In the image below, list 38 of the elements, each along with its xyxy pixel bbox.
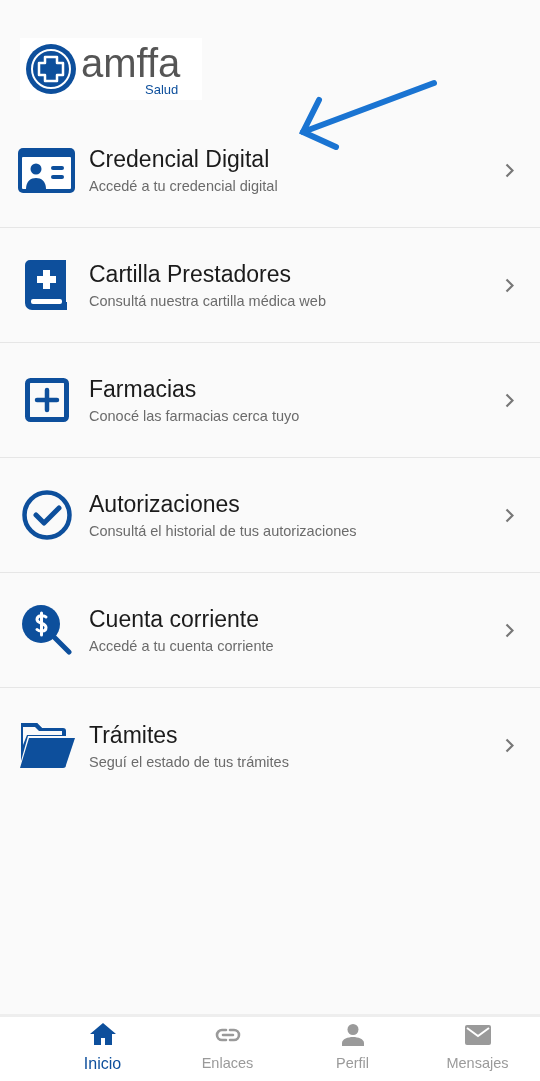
menu-item[interactable]: Farmacias Conocé las farmacias cerca tuyo: [0, 343, 540, 458]
item-title: Farmacias: [89, 375, 198, 403]
chevron-right-icon: [505, 162, 514, 178]
item-title: Cuenta corriente: [89, 605, 261, 633]
menu-item[interactable]: Cuenta corriente Accedé a tu cuenta corriente: [0, 573, 540, 688]
id-card-icon: [18, 147, 75, 193]
menu-item[interactable]: Trámites Seguí el estado de tus trámites: [0, 688, 540, 803]
item-subtitle: Accedé a tu credencial digital: [89, 177, 279, 195]
chevron-right-icon: [505, 392, 514, 408]
home-icon: [89, 1023, 116, 1045]
chevron-right-icon: [505, 622, 514, 638]
item-title: Cartilla Prestadores: [89, 260, 292, 288]
item-subtitle: Consultá el historial de tus autorizaciones: [89, 522, 358, 540]
folder-icon: [18, 723, 75, 768]
plus-square-icon: [24, 378, 69, 422]
logo-icon: [25, 43, 77, 95]
item-title: Trámites: [89, 720, 179, 749]
link-icon: [214, 1028, 241, 1043]
item-subtitle: Seguí el estado de tus trámites: [89, 752, 290, 771]
medical-book-icon: [24, 259, 69, 311]
item-subtitle: Conocé las farmacias cerca tuyo: [89, 407, 301, 425]
menu-item[interactable]: Cartilla Prestadores Consultá nuestra cartilla médica web: [0, 228, 540, 343]
chevron-right-icon: [505, 738, 514, 753]
item-subtitle: Consultá nuestra cartilla médica web: [89, 292, 327, 310]
menu-item[interactable]: Credencial Digital Accedé a tu credencial digital: [0, 113, 540, 228]
chevron-right-icon: [505, 277, 514, 293]
item-title: Autorizaciones: [89, 490, 241, 518]
item-title: Credencial Digital: [89, 145, 271, 173]
nav-tab[interactable]: Inicio: [0, 1017, 165, 1081]
logo-tagline: Salud: [145, 82, 180, 96]
money-search-icon: [21, 605, 72, 655]
logo-name: amffa: [81, 42, 181, 83]
check-circle-icon: [21, 490, 72, 540]
chevron-right-icon: [505, 507, 514, 523]
mail-icon: [464, 1025, 491, 1046]
item-subtitle: Accedé a tu cuenta corriente: [89, 637, 275, 655]
person-icon: [341, 1024, 364, 1047]
menu-item[interactable]: Autorizaciones Consultá el historial de tus autorizaciones: [0, 458, 540, 573]
